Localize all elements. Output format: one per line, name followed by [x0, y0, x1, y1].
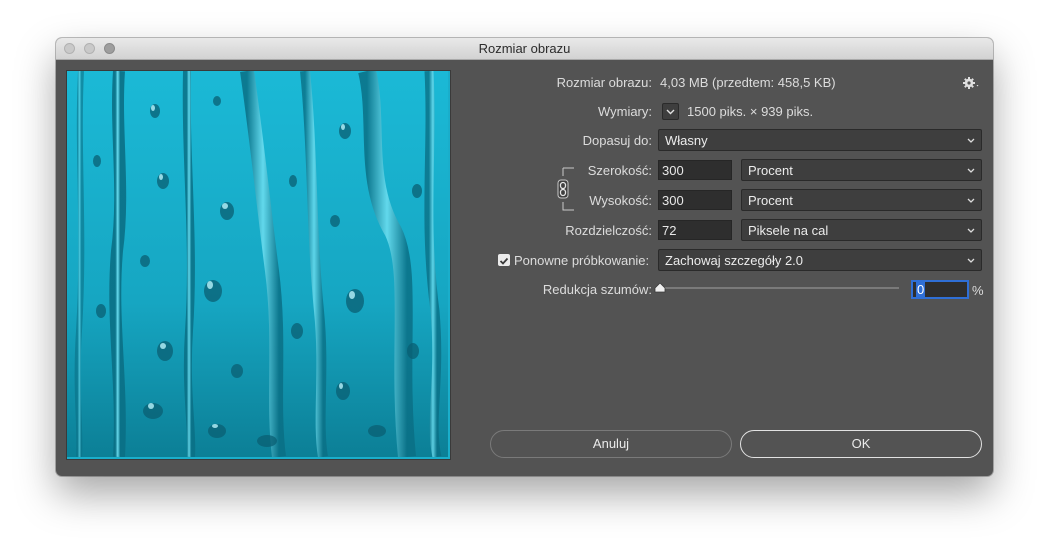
gear-icon[interactable]	[962, 76, 980, 90]
dimensions-value: 1500 piks. × 939 piks.	[687, 104, 814, 119]
resample-method-value: Zachowaj szczegóły 2.0	[665, 253, 804, 268]
fit-to-value: Własny	[665, 133, 708, 148]
width-input[interactable]: 300	[658, 160, 732, 180]
resample-checkbox[interactable]	[498, 254, 510, 266]
chevron-down-icon	[967, 168, 975, 173]
title-bar: Rozmiar obrazu	[56, 38, 993, 60]
water-drops-image	[67, 71, 448, 457]
height-unit-value: Procent	[748, 193, 793, 208]
chevron-down-icon	[967, 258, 975, 263]
image-size-dialog: Rozmiar obrazu Rozmiar obrazu: 4,03 MB (…	[56, 38, 993, 476]
width-unit-select[interactable]: Procent	[741, 159, 982, 181]
checkmark-icon	[499, 257, 509, 265]
noise-unit: %	[972, 283, 984, 298]
noise-reduction-value: 0	[916, 282, 926, 297]
height-label: Wysokość:	[589, 193, 652, 208]
resolution-unit-value: Piksele na cal	[748, 223, 829, 238]
dimensions-label: Wymiary:	[597, 104, 652, 119]
height-input[interactable]: 300	[658, 190, 732, 210]
height-unit-select[interactable]: Procent	[741, 189, 982, 211]
chevron-down-icon	[967, 228, 975, 233]
dimensions-toggle[interactable]	[662, 103, 679, 120]
image-size-value: 4,03 MB (przedtem: 458,5 KB)	[660, 75, 836, 90]
noise-slider-thumb[interactable]	[654, 283, 666, 293]
window-title: Rozmiar obrazu	[478, 41, 571, 56]
resolution-input[interactable]: 72	[658, 220, 732, 240]
cancel-button[interactable]: Anuluj	[490, 430, 732, 458]
resolution-unit-select[interactable]: Piksele na cal	[741, 219, 982, 241]
width-label: Szerokość:	[587, 163, 652, 178]
noise-reduction-label: Redukcja szumów:	[542, 282, 652, 297]
fit-to-select[interactable]: Własny	[658, 129, 982, 151]
chain-link-icon[interactable]	[554, 164, 578, 214]
image-preview[interactable]	[66, 70, 451, 460]
resample-method-select[interactable]: Zachowaj szczegóły 2.0	[658, 249, 982, 271]
noise-slider-track[interactable]	[659, 287, 899, 289]
chevron-down-icon	[967, 198, 975, 203]
ok-button[interactable]: OK	[740, 430, 982, 458]
noise-reduction-input[interactable]: 0	[911, 280, 969, 299]
resample-label: Ponowne próbkowanie:	[514, 253, 650, 268]
fit-to-label: Dopasuj do:	[582, 133, 652, 148]
resolution-label: Rozdzielczość:	[565, 223, 652, 238]
chevron-down-icon	[967, 138, 975, 143]
width-unit-value: Procent	[748, 163, 793, 178]
image-size-label: Rozmiar obrazu:	[556, 75, 652, 90]
chevron-down-icon	[666, 109, 675, 115]
